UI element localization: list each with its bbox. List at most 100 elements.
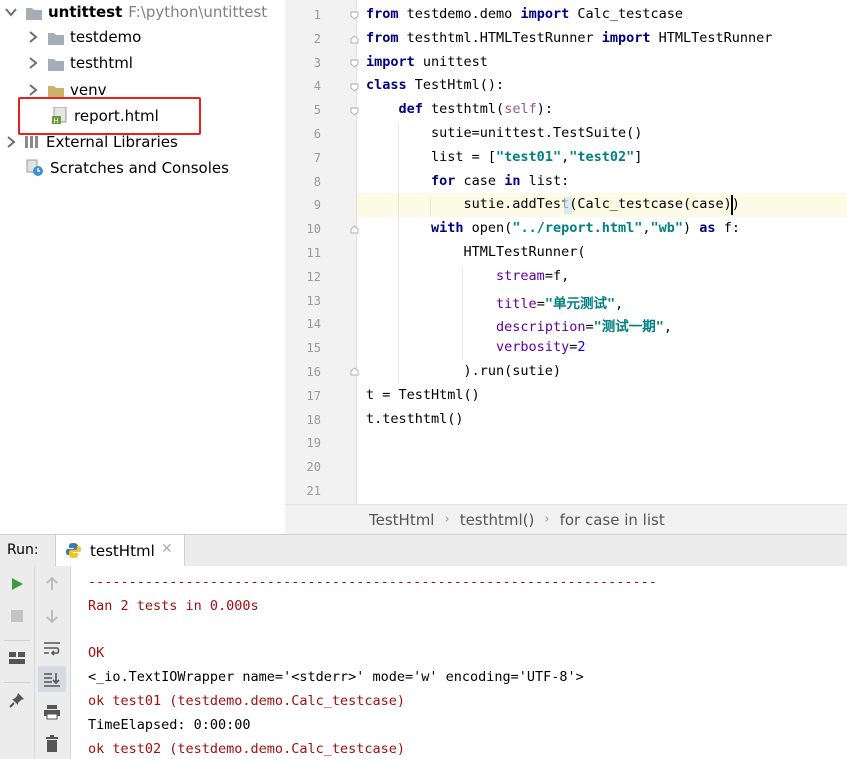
line-number: 4 xyxy=(313,79,321,94)
code-line[interactable]: from testhtml.HTMLTestRunner import HTML… xyxy=(366,30,772,46)
pin-button[interactable] xyxy=(5,688,29,712)
project-tree: untittest F:\python\untittest testdemo t… xyxy=(0,0,285,533)
close-icon[interactable]: ✕ xyxy=(161,541,173,557)
toolbar-divider xyxy=(4,640,30,641)
tree-item-testdemo[interactable]: testdemo xyxy=(26,25,141,49)
tree-root[interactable]: untittest F:\python\untittest xyxy=(4,0,267,24)
run-button[interactable] xyxy=(5,572,29,596)
line-number: 14 xyxy=(306,317,321,332)
code-token: = xyxy=(536,295,545,312)
folder-icon xyxy=(48,84,64,98)
code-token: sutie=unittest.TestSuite() xyxy=(366,125,643,141)
code-line[interactable]: description="测试一期", xyxy=(366,315,672,335)
code-token: 2 xyxy=(577,339,586,356)
chevron-right-icon[interactable] xyxy=(26,30,40,44)
code-line[interactable]: t.testhtml() xyxy=(366,411,464,427)
stop-icon xyxy=(11,610,23,622)
print-button[interactable] xyxy=(40,700,64,724)
code-line[interactable]: class TestHtml(): xyxy=(366,77,504,93)
scroll-down-button[interactable] xyxy=(40,604,64,628)
code-line[interactable]: stream=f, xyxy=(366,268,569,284)
code-token: = xyxy=(585,319,594,336)
code-line[interactable]: from testdemo.demo import Calc_testcase xyxy=(366,6,683,22)
code-token: "test02" xyxy=(569,148,635,165)
code-line[interactable]: title="单元测试", xyxy=(366,292,623,312)
pin-icon xyxy=(9,693,24,708)
code-token: open( xyxy=(463,220,513,237)
code-line[interactable]: def testhtml(self): xyxy=(366,101,553,117)
fold-marker-icon[interactable] xyxy=(350,59,359,68)
tree-item-label: testhtml xyxy=(70,54,133,72)
code-token: in xyxy=(504,172,521,189)
code-token: from xyxy=(366,6,399,22)
fold-marker-icon[interactable] xyxy=(350,225,359,234)
breadcrumb-item[interactable]: TestHtml xyxy=(369,511,434,529)
tree-item-label: Scratches and Consoles xyxy=(50,159,229,177)
chevron-right-icon[interactable] xyxy=(26,83,40,97)
tree-item-scratches[interactable]: Scratches and Consoles xyxy=(26,156,229,180)
code-line[interactable]: import unittest xyxy=(366,54,488,70)
code-line[interactable]: t = TestHtml() xyxy=(366,387,480,403)
line-number: 17 xyxy=(306,388,321,403)
stop-button[interactable] xyxy=(5,604,29,628)
code-token: unittest xyxy=(414,53,488,70)
soft-wrap-button[interactable] xyxy=(40,636,64,660)
scroll-to-end-icon xyxy=(44,673,60,687)
run-toolbar-secondary xyxy=(35,566,71,759)
fold-marker-icon[interactable] xyxy=(350,367,359,376)
code-token: Calc_testcase xyxy=(569,6,684,22)
code-token: import xyxy=(601,29,651,46)
breadcrumb: TestHtml › testhtml() › for case in list xyxy=(285,504,847,534)
code-token: testdemo.demo xyxy=(398,6,521,22)
tree-item-label: External Libraries xyxy=(46,133,178,151)
breadcrumb-item[interactable]: testhtml() xyxy=(460,511,535,529)
line-number: 19 xyxy=(306,436,321,451)
scroll-up-button[interactable] xyxy=(40,572,64,596)
indent-guide xyxy=(430,196,431,216)
tree-root-path: F:\python\untittest xyxy=(128,3,268,21)
code-token: f: xyxy=(715,220,740,237)
code-token: t.testhtml() xyxy=(366,410,464,427)
code-token: from xyxy=(366,29,399,46)
console-line: OK xyxy=(88,645,105,662)
line-number: 11 xyxy=(306,246,321,260)
code-line[interactable]: list = ["test01","test02"] xyxy=(366,149,642,165)
line-number: 13 xyxy=(306,293,321,308)
run-tab[interactable]: testHtml ✕ xyxy=(55,535,185,566)
fold-marker-icon[interactable] xyxy=(350,11,359,20)
breadcrumb-item[interactable]: for case in list xyxy=(560,511,665,529)
fold-marker-icon[interactable] xyxy=(350,83,359,92)
folder-icon xyxy=(48,57,64,71)
layout-button[interactable] xyxy=(5,646,29,670)
tree-item-testhtml[interactable]: testhtml xyxy=(26,51,133,75)
code-token: as xyxy=(699,220,716,237)
console-line: Ran 2 tests in 0.000s xyxy=(88,597,259,614)
trash-icon xyxy=(46,735,58,752)
code-line[interactable]: sutie=unittest.TestSuite() xyxy=(366,125,642,141)
scratches-icon xyxy=(26,159,44,177)
scroll-to-end-button[interactable] xyxy=(38,666,66,692)
code-token: "test01" xyxy=(496,148,562,165)
line-number: 20 xyxy=(306,460,321,475)
chevron-right-icon: › xyxy=(544,512,550,527)
code-line[interactable]: for case in list: xyxy=(366,173,569,189)
clear-button[interactable] xyxy=(40,732,64,756)
fold-marker-icon[interactable] xyxy=(350,35,359,44)
chevron-down-icon[interactable] xyxy=(4,5,18,19)
tree-item-external-libraries[interactable]: External Libraries xyxy=(4,130,178,154)
code-line[interactable]: with open("../report.html","wb") as f: xyxy=(366,220,740,236)
folder-icon xyxy=(26,6,42,20)
indent-guide xyxy=(398,124,399,384)
fold-marker-icon[interactable] xyxy=(350,107,359,116)
code-line[interactable]: sutie.addTest(Calc_testcase(case)) xyxy=(366,196,740,212)
code-line[interactable]: ).run(sutie) xyxy=(366,363,562,379)
chevron-right-icon[interactable] xyxy=(4,135,18,149)
run-panel-header: Run: testHtml ✕ xyxy=(0,534,847,567)
code-token: , xyxy=(663,319,672,336)
console-line: ok test02 (testdemo.demo.Calc_testcase) xyxy=(88,740,405,757)
chevron-right-icon[interactable] xyxy=(26,56,40,70)
line-number: 2 xyxy=(313,31,321,46)
code-token: def xyxy=(398,101,423,118)
